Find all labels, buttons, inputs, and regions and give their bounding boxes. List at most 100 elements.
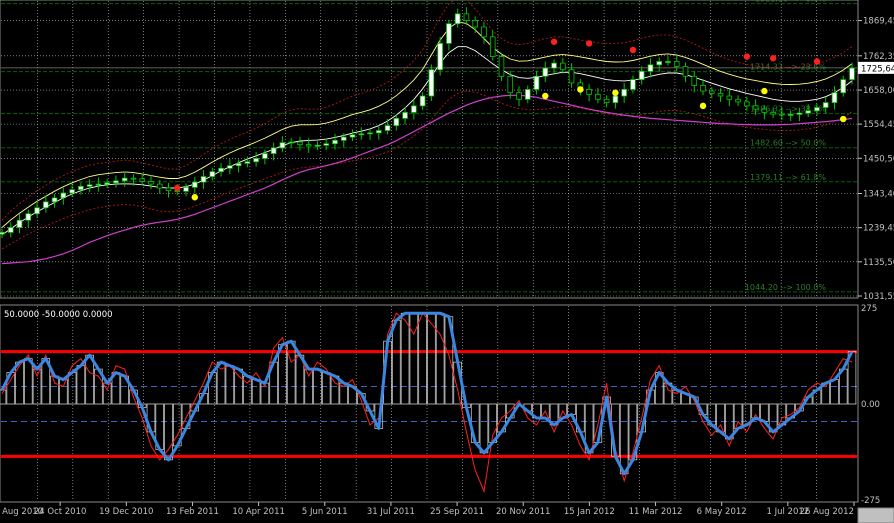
candle-body [148, 181, 154, 185]
candle-body [568, 69, 575, 84]
oscillator-tick-label: 0.00 [861, 400, 880, 410]
candle-body [446, 23, 452, 44]
buy-signal-marker [542, 92, 549, 100]
candle-body [796, 112, 803, 115]
candle-body [34, 207, 40, 215]
candle-body [805, 110, 811, 114]
candle-body [709, 90, 715, 94]
price-panel-frame [0, 0, 859, 299]
candle-body [463, 13, 470, 21]
candle-body [183, 186, 189, 192]
price-tick-label: 1869,45 [863, 17, 894, 27]
candle-body [25, 213, 32, 221]
candle-body [814, 107, 820, 112]
candle-body [726, 95, 733, 100]
buy-signal-marker [612, 89, 619, 96]
price-tick-label: 1658,00 [863, 86, 894, 96]
buy-signal-marker [761, 87, 768, 95]
time-tick-label: 15 Jan 2012 [564, 507, 615, 517]
candle-body [349, 134, 356, 138]
candle-body [752, 105, 759, 110]
candle-body [840, 79, 847, 94]
candle-body [551, 62, 557, 69]
candle-body [332, 139, 338, 145]
candle-body [822, 102, 829, 108]
candle-body [7, 227, 14, 233]
candle-body [770, 112, 776, 115]
candle-body [717, 92, 724, 97]
candle-body [60, 192, 67, 199]
candle-body [262, 153, 268, 159]
candle-body [113, 180, 119, 184]
candle-body [673, 61, 680, 67]
candle-body [78, 185, 84, 191]
oscillator-panel: 50.0000 -50.0000 0.0000 275 0.00 -275 [0, 304, 880, 506]
time-tick-label: 10 Apr 2011 [232, 507, 285, 517]
candle-body [139, 178, 145, 182]
candle-body [358, 133, 365, 136]
candle-body [454, 13, 461, 25]
candle-body [191, 181, 198, 188]
candle-body [121, 177, 128, 182]
candle-body [428, 69, 435, 97]
candle-body [297, 141, 303, 146]
time-tick-label: 31 Jul 2011 [367, 507, 415, 517]
candle-body [314, 144, 321, 147]
candle-body [402, 112, 408, 119]
price-tick-label: 1239,45 [863, 224, 894, 234]
time-tick-label: 26 Aug 2012 [800, 507, 854, 517]
candle-body [340, 136, 347, 141]
candle-body [700, 85, 706, 92]
price-tick-label: 1031,55 [863, 292, 894, 302]
time-tick-label: 25 Sep 2011 [430, 507, 484, 517]
candle-body [489, 36, 496, 57]
candle-body [411, 105, 417, 113]
candle-body [253, 158, 259, 163]
current-price-label: 1725,64 [861, 64, 894, 74]
price-tick-label: 1554,45 [863, 120, 894, 130]
candle-body [156, 183, 163, 189]
oscillator-tick-label: -275 [861, 496, 880, 506]
candle-body [305, 144, 312, 147]
candle-body [603, 98, 610, 103]
candle-body [507, 75, 514, 94]
candle-body [612, 95, 619, 103]
candle-body [384, 125, 391, 131]
candle-body [130, 177, 137, 180]
candle-body [16, 219, 23, 228]
candle-body [779, 113, 785, 116]
candle-body [0, 232, 5, 235]
candle-body [682, 66, 689, 77]
sell-signal-marker [174, 184, 181, 192]
candle-body [376, 130, 382, 134]
candle-body [524, 89, 531, 100]
candle-body [744, 101, 750, 107]
candle-body [849, 67, 855, 80]
time-tick-label: 20 Nov 2011 [496, 507, 550, 517]
fib-level-label: 1482.60 --> 50.0% [750, 139, 826, 148]
time-tick-label: 5 Jun 2011 [302, 507, 348, 517]
candle-body [787, 114, 794, 116]
candle-body [86, 184, 93, 187]
candle-body [831, 92, 838, 103]
candle-body [691, 75, 698, 86]
candle-body [209, 171, 216, 177]
candle-body [288, 141, 294, 144]
oscillator-tick-label: 275 [861, 304, 877, 314]
buy-signal-marker [840, 115, 847, 123]
candle-body [560, 62, 566, 71]
buy-signal-marker [577, 86, 584, 93]
candle-body [542, 67, 549, 77]
candle-body [437, 43, 443, 71]
candle-body [51, 197, 58, 203]
main-price-panel: 1921.10 --> 0.0%1714.33 --> 23.6%1586.32… [0, 0, 894, 302]
candle-body [419, 95, 426, 107]
candle-body [95, 183, 102, 186]
sell-signal-marker [813, 58, 821, 65]
candle-body [533, 75, 540, 90]
candle-body [200, 176, 207, 183]
candle-body [104, 182, 110, 185]
candle-body [393, 117, 400, 126]
time-axis: 8 Aug 201024 Oct 201019 Dec 201013 Feb 2… [0, 502, 855, 517]
price-tick-label: 1762,35 [863, 52, 894, 62]
